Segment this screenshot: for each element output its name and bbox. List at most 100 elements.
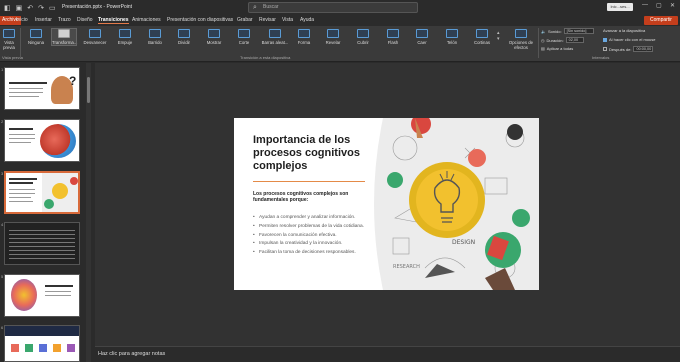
transition-fade-icon bbox=[89, 29, 101, 38]
transition-split-icon bbox=[178, 29, 190, 38]
slide-thumbnail-5[interactable] bbox=[4, 274, 80, 317]
preview-button[interactable]: Vista previa bbox=[0, 29, 18, 50]
transition-label: Barrido bbox=[148, 40, 162, 45]
transition-revelar[interactable]: Revelar bbox=[321, 29, 345, 45]
tab-inicio[interactable]: Inicio bbox=[16, 17, 28, 23]
transition-morph-icon bbox=[58, 29, 70, 38]
transition-label: Dividir bbox=[178, 40, 190, 45]
thumbnails-scrollbar[interactable] bbox=[86, 63, 91, 362]
apply-all-button[interactable]: ▤ Aplicar a todas bbox=[541, 46, 573, 51]
ribbon-tabs: Archivo Inicio Insertar Trazo Diseño Tra… bbox=[0, 15, 680, 26]
slide-intro[interactable]: Los procesos cognitivos complejos son fu… bbox=[253, 191, 368, 204]
transition-none-icon bbox=[30, 29, 42, 38]
transition-push-icon bbox=[119, 29, 131, 38]
search-box[interactable]: ⌕ Buscar bbox=[248, 2, 418, 13]
tab-trazo[interactable]: Trazo bbox=[58, 17, 71, 23]
current-slide[interactable]: Importancia de los procesos cognitivos c… bbox=[234, 118, 539, 290]
scrollbar-thumb[interactable] bbox=[87, 77, 90, 103]
transition-label: Mostrar bbox=[206, 40, 222, 45]
slide-thumbnail-2[interactable] bbox=[4, 119, 80, 162]
effect-options-button[interactable]: Opciones de efectos bbox=[506, 29, 536, 50]
slide-thumbnail-1[interactable]: ? bbox=[4, 67, 80, 110]
transition-fall-icon bbox=[416, 29, 428, 38]
transition-group-label: Transición a esta diapositiva bbox=[240, 55, 291, 60]
tab-presentacion[interactable]: Presentación con diapositivas bbox=[167, 17, 233, 23]
transition-label: Desvanecer bbox=[83, 40, 107, 45]
transition-cortinas[interactable]: Cortinas bbox=[470, 29, 494, 45]
transition-label: Flash bbox=[387, 40, 399, 45]
on-click-option[interactable]: Al hacer clic con el mouse bbox=[603, 37, 655, 42]
effect-options-icon bbox=[515, 29, 527, 38]
apply-all-icon: ▤ bbox=[541, 46, 545, 51]
close-icon[interactable]: ✕ bbox=[670, 2, 675, 9]
after-label: Después de: bbox=[609, 46, 632, 52]
transition-drape-icon bbox=[446, 29, 458, 38]
transition-transforma[interactable]: Transforma... bbox=[51, 28, 78, 46]
transition-flash-icon bbox=[387, 29, 399, 38]
transition-mostrar[interactable]: Mostrar bbox=[202, 29, 226, 45]
on-click-checkbox[interactable] bbox=[603, 37, 607, 42]
preview-icon bbox=[3, 29, 15, 38]
tab-revisar[interactable]: Revisar bbox=[259, 17, 276, 23]
search-placeholder: Buscar bbox=[263, 4, 279, 10]
transition-wipe-icon bbox=[149, 29, 161, 38]
transition-label: Transforma... bbox=[52, 40, 78, 45]
transition-barrido[interactable]: Barrido bbox=[143, 29, 167, 45]
duration-label: Duración: bbox=[546, 37, 564, 43]
after-checkbox[interactable] bbox=[603, 47, 607, 51]
slide-number: 1 bbox=[1, 67, 4, 72]
tab-vista[interactable]: Vista bbox=[282, 17, 293, 23]
transition-corte[interactable]: Corte bbox=[232, 29, 256, 45]
transition-caer[interactable]: Caer bbox=[410, 29, 434, 45]
transition-flash[interactable]: Flash bbox=[381, 29, 405, 45]
notes-pane[interactable]: Haz clic para agregar notas bbox=[95, 346, 680, 362]
tab-insertar[interactable]: Insertar bbox=[35, 17, 52, 23]
transition-barras[interactable]: Barras aleat... bbox=[261, 29, 289, 45]
on-click-label: Al hacer clic con el mouse bbox=[609, 37, 656, 42]
transition-dividir[interactable]: Dividir bbox=[172, 29, 196, 45]
after-input[interactable]: 00:00,00 bbox=[633, 46, 654, 52]
bullet-list[interactable]: Ayudan a comprender y analizar informaci… bbox=[253, 215, 368, 259]
bullet-item: Impulsan la creatividad y la innovación. bbox=[253, 241, 368, 247]
transition-label: Barras aleat... bbox=[261, 40, 289, 45]
duration-input[interactable]: 02,00 bbox=[565, 37, 584, 43]
transition-uncover-icon bbox=[327, 29, 339, 38]
minimize-icon[interactable]: — bbox=[642, 2, 648, 8]
transition-reveal-icon bbox=[208, 29, 220, 38]
bullet-item: Ayudan a comprender y analizar informaci… bbox=[253, 215, 368, 221]
redo-icon[interactable]: ↷ bbox=[38, 4, 44, 12]
transition-telon[interactable]: Telón bbox=[440, 29, 464, 45]
save-icon[interactable]: ▣ bbox=[16, 4, 23, 12]
tab-animaciones[interactable]: Animaciones bbox=[132, 17, 161, 23]
start-presentation-icon[interactable]: ▭ bbox=[49, 4, 56, 12]
share-button[interactable]: Compartir bbox=[644, 16, 678, 25]
autosave-icon[interactable]: ◧ bbox=[4, 4, 11, 12]
tab-diseno[interactable]: Diseño bbox=[77, 17, 93, 23]
transition-label: Empuje bbox=[117, 40, 133, 45]
slide-thumbnail-4[interactable] bbox=[4, 222, 80, 265]
transition-curtains-icon bbox=[476, 29, 488, 38]
tab-transiciones[interactable]: Transiciones bbox=[98, 17, 129, 24]
transition-ninguna[interactable]: Ninguna bbox=[24, 29, 48, 45]
transition-cubrir[interactable]: Cubrir bbox=[351, 29, 375, 45]
chalkboard-image bbox=[9, 229, 75, 259]
maximize-icon[interactable]: ▢ bbox=[656, 2, 662, 9]
tab-grabar[interactable]: Grabar bbox=[237, 17, 253, 23]
transition-desvanecer[interactable]: Desvanecer bbox=[83, 29, 107, 45]
transition-forma[interactable]: Forma bbox=[292, 29, 316, 45]
undo-icon[interactable]: ↶ bbox=[27, 4, 33, 12]
slide-thumbnail-6[interactable] bbox=[4, 325, 80, 362]
user-account-button[interactable]: Inic...ses... bbox=[607, 3, 633, 11]
gallery-scroll-icon[interactable]: ▴ ▾ bbox=[497, 30, 500, 42]
slide-thumbnail-3[interactable] bbox=[4, 171, 80, 214]
effect-options-label: Opciones de efectos bbox=[508, 40, 534, 50]
bullet-item: Permiten resolver problemas de la vida c… bbox=[253, 224, 368, 230]
preview-label: Vista previa bbox=[3, 40, 15, 50]
sound-select[interactable]: [Sin sonido] bbox=[563, 28, 594, 34]
transition-shape-icon bbox=[298, 29, 310, 38]
duration-option: ◷ Duración: 02,00 bbox=[541, 37, 584, 43]
search-icon: ⌕ bbox=[253, 4, 257, 11]
quick-access-toolbar: ◧ ▣ ↶ ↷ ▭ bbox=[0, 4, 56, 12]
transition-empuje[interactable]: Empuje bbox=[113, 29, 137, 45]
tab-ayuda[interactable]: Ayuda bbox=[300, 17, 314, 23]
